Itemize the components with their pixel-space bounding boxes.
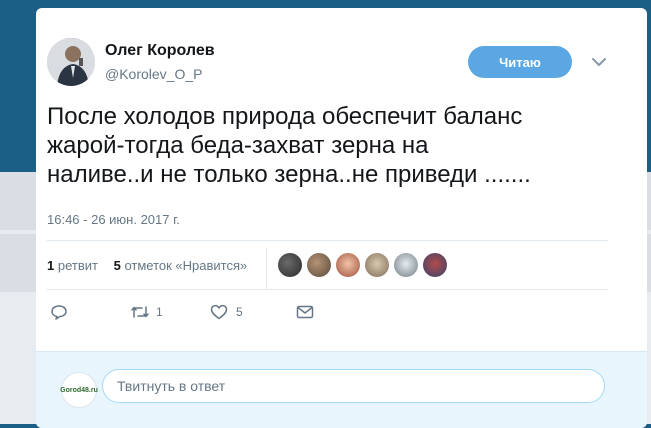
reply-icon <box>51 305 67 320</box>
direct-message-button[interactable] <box>296 304 314 320</box>
liker-avatar[interactable] <box>307 253 331 277</box>
author-avatar[interactable] <box>47 38 95 86</box>
like-label[interactable]: отметок «Нравится» <box>124 258 247 273</box>
reply-input[interactable] <box>102 369 605 403</box>
reply-composer: Gorod48.ru <box>36 351 647 428</box>
like-button[interactable]: 5 <box>210 304 296 320</box>
liker-avatar[interactable] <box>423 253 447 277</box>
tweet-timestamp[interactable]: 16:46 - 26 июн. 2017 г. <box>47 212 180 227</box>
retweet-count[interactable]: 1 <box>47 258 54 273</box>
chevron-down-icon[interactable] <box>590 56 608 68</box>
tweet-card: Олег Королев @Korolev_O_P Читаю После хо… <box>36 8 647 428</box>
retweet-button[interactable]: 1 <box>130 304 210 320</box>
user-avatar-logo: Gorod48.ru <box>60 386 98 394</box>
user-avatar[interactable]: Gorod48.ru <box>60 372 98 408</box>
backdrop-tile <box>0 172 40 230</box>
retweet-action-count: 1 <box>156 305 163 319</box>
envelope-icon <box>296 305 314 319</box>
backdrop-tile <box>0 234 40 292</box>
retweet-label[interactable]: ретвит <box>58 258 98 273</box>
heart-icon <box>210 304 228 320</box>
liker-avatar[interactable] <box>336 253 360 277</box>
tweet-text: После холодов природа обеспечит баланс ж… <box>47 103 531 188</box>
liker-avatar[interactable] <box>278 253 302 277</box>
engagement-stats: 1 ретвит 5 отметок «Нравится» <box>47 258 247 273</box>
following-button[interactable]: Читаю <box>468 46 572 78</box>
liker-avatar[interactable] <box>365 253 389 277</box>
reply-button[interactable] <box>50 304 130 320</box>
like-count[interactable]: 5 <box>114 258 121 273</box>
divider <box>47 289 608 290</box>
liker-avatars <box>278 253 452 277</box>
author-handle[interactable]: @Korolev_O_P <box>105 66 202 82</box>
tweet-actions: 1 5 <box>50 304 314 320</box>
author-name[interactable]: Олег Королев <box>105 42 215 60</box>
divider <box>47 240 608 241</box>
retweet-icon <box>131 306 149 318</box>
like-action-count: 5 <box>236 305 243 319</box>
divider <box>266 248 267 290</box>
liker-avatar[interactable] <box>394 253 418 277</box>
